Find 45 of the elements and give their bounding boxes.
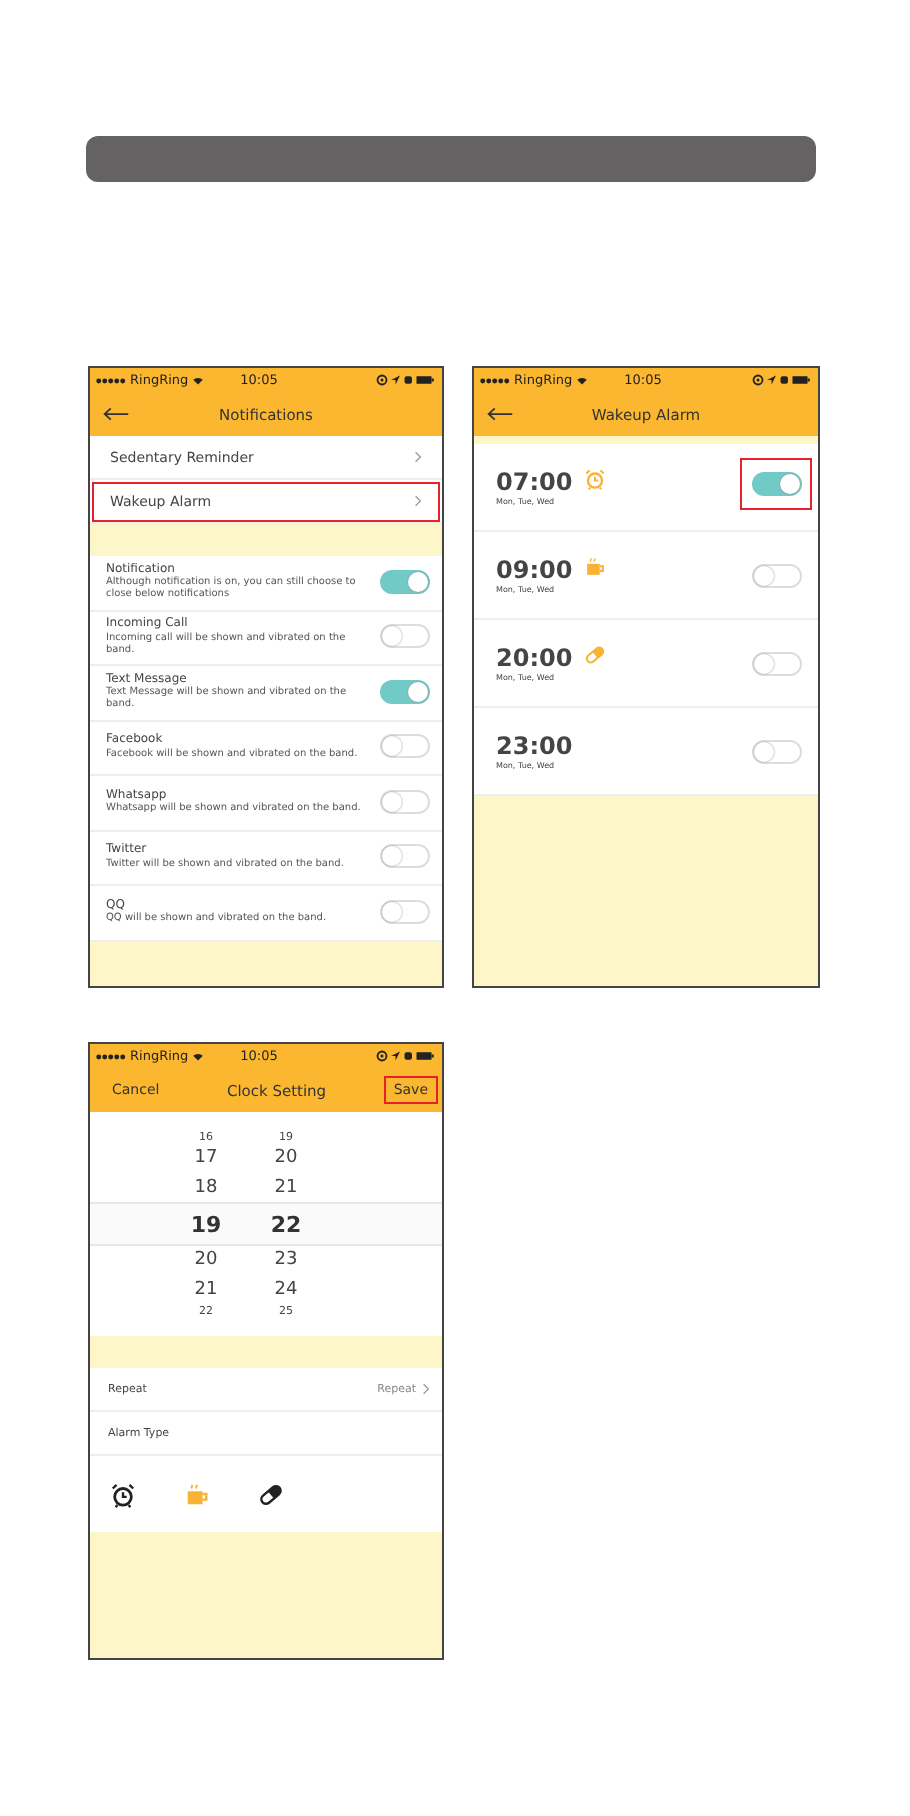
toggle-switch[interactable] xyxy=(380,734,430,759)
toggle-switch[interactable] xyxy=(380,624,430,649)
status-icons xyxy=(376,1050,436,1062)
mug-icon xyxy=(184,1481,210,1507)
toggle-switch[interactable] xyxy=(751,472,801,496)
alarm-time: 20:00 xyxy=(496,644,573,672)
signal-icon xyxy=(96,1053,126,1059)
toggle-switch[interactable] xyxy=(380,789,430,814)
toggle-switch[interactable] xyxy=(751,563,801,587)
back-arrow-icon[interactable] xyxy=(102,406,130,422)
minute-value[interactable]: 24 xyxy=(270,1279,302,1300)
toggle-switch[interactable] xyxy=(380,844,430,869)
status-icons xyxy=(376,374,436,386)
toggle-switch[interactable] xyxy=(751,651,801,675)
alarm-clock-icon xyxy=(584,468,607,490)
toggle-switch[interactable] xyxy=(380,569,430,594)
wifi-icon xyxy=(192,1051,205,1061)
mug-icon xyxy=(584,556,607,578)
back-arrow-icon[interactable] xyxy=(486,406,514,422)
pill-icon xyxy=(258,1481,284,1507)
chevron-icon xyxy=(422,1382,430,1396)
alarm-time: 09:00 xyxy=(496,556,573,584)
hour-value[interactable]: 18 xyxy=(190,1177,222,1198)
toggle-switch[interactable] xyxy=(380,679,430,704)
minute-value[interactable]: 22 xyxy=(270,1211,302,1237)
minute-value[interactable]: 23 xyxy=(270,1250,302,1271)
alarm-time: 07:00 xyxy=(496,468,573,496)
alarm-clock-icon xyxy=(110,1481,136,1507)
wifi-icon xyxy=(192,375,205,385)
hour-value[interactable]: 21 xyxy=(190,1279,222,1300)
toggle-switch[interactable] xyxy=(380,899,430,924)
chevron-icon xyxy=(414,494,422,508)
hour-value[interactable]: 20 xyxy=(190,1250,222,1271)
hour-value[interactable]: 19 xyxy=(190,1211,222,1237)
wifi-icon xyxy=(576,375,589,385)
alarm-time: 23:00 xyxy=(496,732,573,760)
signal-icon xyxy=(96,377,126,383)
hour-value[interactable]: 17 xyxy=(190,1148,222,1169)
status-icons xyxy=(752,374,812,386)
toggle-switch[interactable] xyxy=(751,739,801,763)
chevron-icon xyxy=(414,450,422,464)
signal-icon xyxy=(480,377,510,383)
pill-icon xyxy=(584,644,607,666)
minute-value[interactable]: 20 xyxy=(270,1148,302,1169)
minute-value[interactable]: 21 xyxy=(270,1177,302,1198)
